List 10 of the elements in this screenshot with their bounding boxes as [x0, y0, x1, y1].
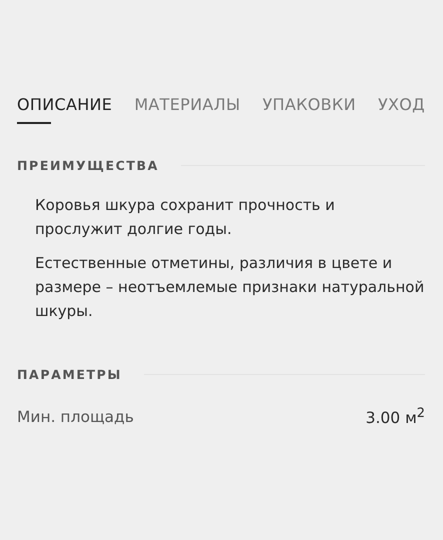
tab[interactable]: МАТЕРИАЛЫ	[134, 93, 240, 124]
parameter-value: 3.00 м$^{2}$	[366, 406, 425, 428]
tab[interactable]: УПАКОВКИ	[262, 93, 356, 124]
section-title: ПАРАМЕТРЫ	[17, 367, 122, 382]
tab[interactable]: УХОД	[378, 93, 425, 124]
tab[interactable]: ОПИСАНИЕ	[17, 93, 112, 124]
paragraph: Коровья шкура сохранит прочность и прослужит долгие годы.	[35, 195, 336, 240]
section-title: ПРЕИМУЩЕСТВА	[17, 158, 159, 173]
paragraph: Естественные отметины, различия в цвете и размере – неотъемлемые признаки натуральной шкуры.	[35, 253, 425, 322]
parameter-label: Мин. площадь	[17, 408, 134, 426]
